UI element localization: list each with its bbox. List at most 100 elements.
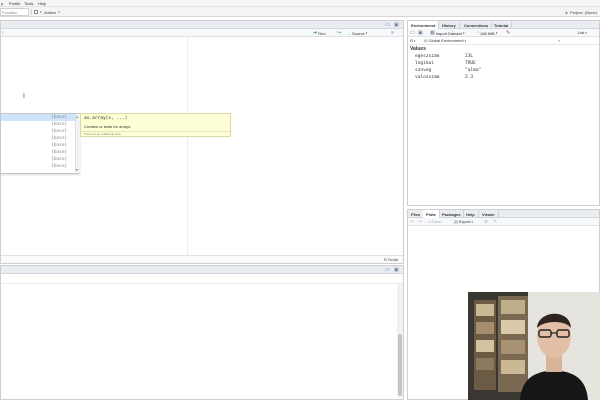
editor-status-bar: R Script	[1, 255, 403, 263]
env-var-value: 2.3	[465, 75, 474, 80]
completion-item[interactable]: {base}	[1, 128, 79, 135]
env-var-name[interactable]: valosszam	[415, 74, 439, 81]
completion-package: {base}	[51, 129, 68, 134]
memory-chevron-icon: ▾	[495, 31, 498, 35]
menu-item-tools[interactable]: Tools	[24, 1, 33, 6]
environment-tab-bar: Environment History Connections Tutorial	[408, 21, 599, 29]
export-icon: ▤	[454, 219, 458, 224]
files-tab-bar: Files Plots Packages Help Viewer	[408, 210, 599, 218]
shelf-books	[501, 360, 525, 374]
view-mode-select[interactable]: List ▾	[578, 30, 587, 35]
tab-viewer[interactable]: Viewer	[479, 210, 499, 218]
scope-select[interactable]: ◍ Global Environment ▾	[424, 38, 466, 43]
help-hint: Press F1 for additional help	[84, 132, 121, 136]
help-description: Creates or tests for arrays.	[84, 124, 132, 129]
import-dataset-button[interactable]: ▦ Import Dataset ▾	[430, 30, 464, 36]
console-maximize-icon[interactable]: ▣	[394, 267, 399, 273]
scope-chevron-icon: ▾	[464, 38, 467, 43]
completion-package: {base}	[51, 122, 68, 127]
addins-button[interactable]: Addins ▾	[44, 8, 60, 16]
menu-item-help[interactable]: Help	[38, 1, 46, 6]
tab-tutorial[interactable]: Tutorial	[491, 21, 513, 29]
run-button[interactable]: ➔ Run	[313, 30, 326, 36]
shelf-books	[476, 304, 494, 316]
console-tab-bar: ▭ ▣	[1, 266, 403, 274]
language-select[interactable]: R ▾	[410, 38, 415, 43]
project-menu[interactable]: ◈ Project: (None)	[565, 8, 597, 16]
save-icon[interactable]: ▣	[418, 30, 423, 36]
tab-files[interactable]: Files	[408, 210, 425, 218]
language-chevron-icon: ▾	[413, 38, 416, 43]
tab-plots[interactable]: Plots	[423, 210, 440, 218]
maximize-icon[interactable]: ▣	[394, 22, 399, 28]
console-minimize-icon[interactable]: ▭	[385, 267, 390, 273]
file-type-label[interactable]: R Script	[384, 257, 398, 263]
export-label: Export	[458, 219, 471, 224]
import-dataset-label: Import Dataset	[435, 30, 462, 36]
rerun-icon[interactable]: ↪	[337, 30, 341, 36]
completion-item[interactable]: {base}	[1, 121, 79, 128]
back-arrow-icon[interactable]: ⇦	[410, 219, 414, 225]
broom-icon[interactable]: ✎	[506, 30, 510, 36]
plots-toolbar: ⇦ ⇨ ⌕ Zoom ▤ Export ▾ ⊗ ✎	[408, 218, 599, 226]
shelf-books	[476, 358, 494, 370]
shelf-books	[501, 300, 525, 314]
grid-icon[interactable]: ▾	[34, 8, 42, 16]
env-var-name[interactable]: logikai	[415, 60, 434, 67]
completion-item[interactable]: {base}	[1, 156, 79, 163]
menu-item-profile[interactable]: Profile	[9, 1, 20, 6]
run-label: Run	[318, 30, 326, 36]
completion-item[interactable]: {base}	[1, 135, 79, 142]
remove-plot-icon[interactable]: ⊗	[484, 219, 488, 225]
tab-history[interactable]: History	[439, 21, 460, 29]
view-mode-chevron-icon: ▾	[585, 30, 587, 35]
env-var-name[interactable]: szoveg	[415, 67, 431, 74]
tab-connections[interactable]: Connections	[461, 21, 493, 29]
outline-icon[interactable]: ≡	[391, 30, 394, 36]
zoom-icon: ⌕	[428, 219, 431, 224]
memory-label: 168 MiB	[480, 30, 495, 36]
export-button[interactable]: ▤ Export ▾	[454, 219, 473, 224]
memory-usage[interactable]: ◔ 168 MiB ▾	[476, 30, 497, 36]
completion-package: {base}	[51, 136, 68, 141]
clear-plots-icon[interactable]: ✎	[493, 219, 497, 225]
main-toolbar: Function ▾ Addins ▾ ◈ Project: (None)	[0, 7, 600, 17]
scroll-up-icon[interactable]: ▴	[76, 114, 78, 119]
shelf-books	[476, 322, 494, 334]
env-var-name[interactable]: egeszszam	[415, 53, 439, 60]
tab-packages[interactable]: Packages	[439, 210, 465, 218]
console-scrollbar[interactable]	[397, 284, 403, 398]
menu-item-0[interactable]: p	[1, 1, 3, 6]
tab-help[interactable]: Help	[463, 210, 479, 218]
zoom-button[interactable]: ⌕ Zoom	[428, 219, 441, 224]
menu-bar: p Profile Tools Help	[0, 0, 600, 7]
completion-item[interactable]: {base}	[1, 114, 79, 121]
forward-arrow-icon[interactable]: ⇨	[418, 219, 422, 225]
source-button[interactable]: → Source ▾	[347, 30, 367, 36]
env-var-value: TRUE	[465, 61, 476, 66]
language-label: R	[410, 38, 413, 43]
webcam-scene	[468, 292, 600, 400]
project-label: Project: (None)	[570, 9, 597, 15]
console-scroll-thumb[interactable]	[398, 334, 402, 396]
completion-package: {base}	[51, 157, 68, 162]
search-icon[interactable]: ⌕	[558, 38, 560, 44]
open-folder-icon[interactable]: ▭	[410, 30, 415, 36]
table-icon: ▦	[430, 30, 435, 36]
scope-label: Global Environment	[428, 38, 464, 43]
completion-list[interactable]: {base} {base} {base} {base} {base} {base…	[0, 113, 80, 174]
scroll-down-icon[interactable]: ▾	[76, 167, 78, 172]
environment-pane: Environment History Connections Tutorial…	[407, 20, 600, 206]
completion-item[interactable]: {base}	[1, 149, 79, 156]
source-arrow-icon: →	[347, 30, 351, 36]
minimize-icon[interactable]: ▭	[385, 22, 390, 28]
tab-environment[interactable]: Environment	[408, 21, 440, 29]
source-label: Source	[352, 30, 365, 36]
address-field[interactable]: Function	[0, 8, 29, 16]
chevron-icon[interactable]: ‹	[2, 30, 4, 36]
env-var-value: "alma"	[465, 68, 482, 73]
help-signature: as.array(x, ...)	[84, 116, 128, 121]
completion-item[interactable]: {base}	[1, 163, 79, 170]
text-cursor: I	[23, 93, 25, 100]
completion-item[interactable]: {base}	[1, 142, 79, 149]
